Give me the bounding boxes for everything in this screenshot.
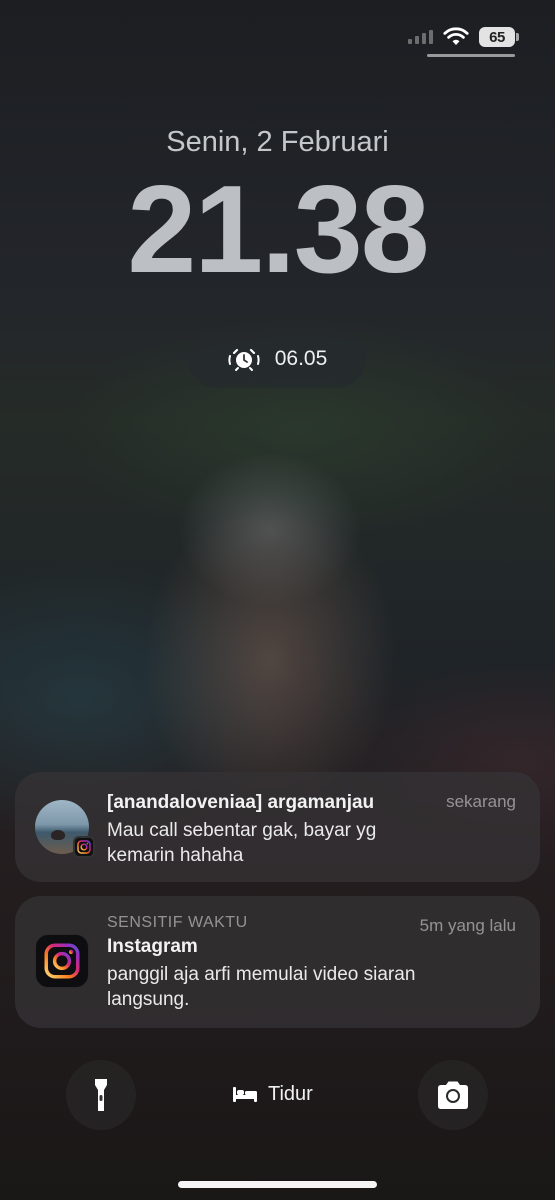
- focus-mode-indicator[interactable]: Tidur: [232, 1080, 313, 1108]
- battery-indicator: 65: [479, 27, 519, 47]
- notification-body: Mau call sebentar gak, bayar yg kemarin …: [107, 820, 377, 866]
- flashlight-icon: [95, 1079, 107, 1111]
- instagram-icon: [73, 836, 95, 858]
- alarm-widget[interactable]: 06.05: [188, 330, 366, 388]
- time-sensitive-label: SENSITIF WAKTU: [107, 914, 248, 931]
- notification-instagram-live[interactable]: SENSITIF WAKTU 5m yang lalu Instagram pa…: [15, 896, 540, 1028]
- camera-icon: [438, 1081, 468, 1109]
- camera-button[interactable]: [418, 1060, 488, 1130]
- focus-mode-label: Tidur: [268, 1082, 313, 1105]
- notification-time: sekarang: [446, 792, 516, 811]
- bed-icon: [233, 1087, 257, 1102]
- notification-title: [anandaloveniaa] argamanjau: [107, 792, 375, 813]
- status-swipe-line: [427, 54, 515, 57]
- notification-title: Instagram: [107, 936, 198, 957]
- notification-dm[interactable]: [anandaloveniaa] argamanjau sekarang Mau…: [15, 772, 540, 882]
- cellular-signal-icon: [408, 30, 433, 44]
- lock-date: Senin, 2 Februari: [166, 126, 389, 158]
- battery-level: 65: [489, 28, 505, 46]
- alarm-clock-icon: [228, 348, 260, 371]
- home-indicator[interactable]: [178, 1181, 377, 1188]
- status-bar: 65: [408, 26, 519, 48]
- alarm-time: 06.05: [274, 347, 328, 370]
- instagram-icon: [35, 934, 89, 988]
- notification-body: panggil aja arfi memulai video siaran la…: [107, 964, 416, 1010]
- avatar-photo: [51, 830, 65, 840]
- flashlight-button[interactable]: [66, 1060, 136, 1130]
- wifi-icon: [443, 27, 469, 45]
- notification-time: 5m yang lalu: [419, 916, 516, 935]
- avatar: [35, 800, 95, 858]
- lock-time: 21.38: [127, 161, 429, 299]
